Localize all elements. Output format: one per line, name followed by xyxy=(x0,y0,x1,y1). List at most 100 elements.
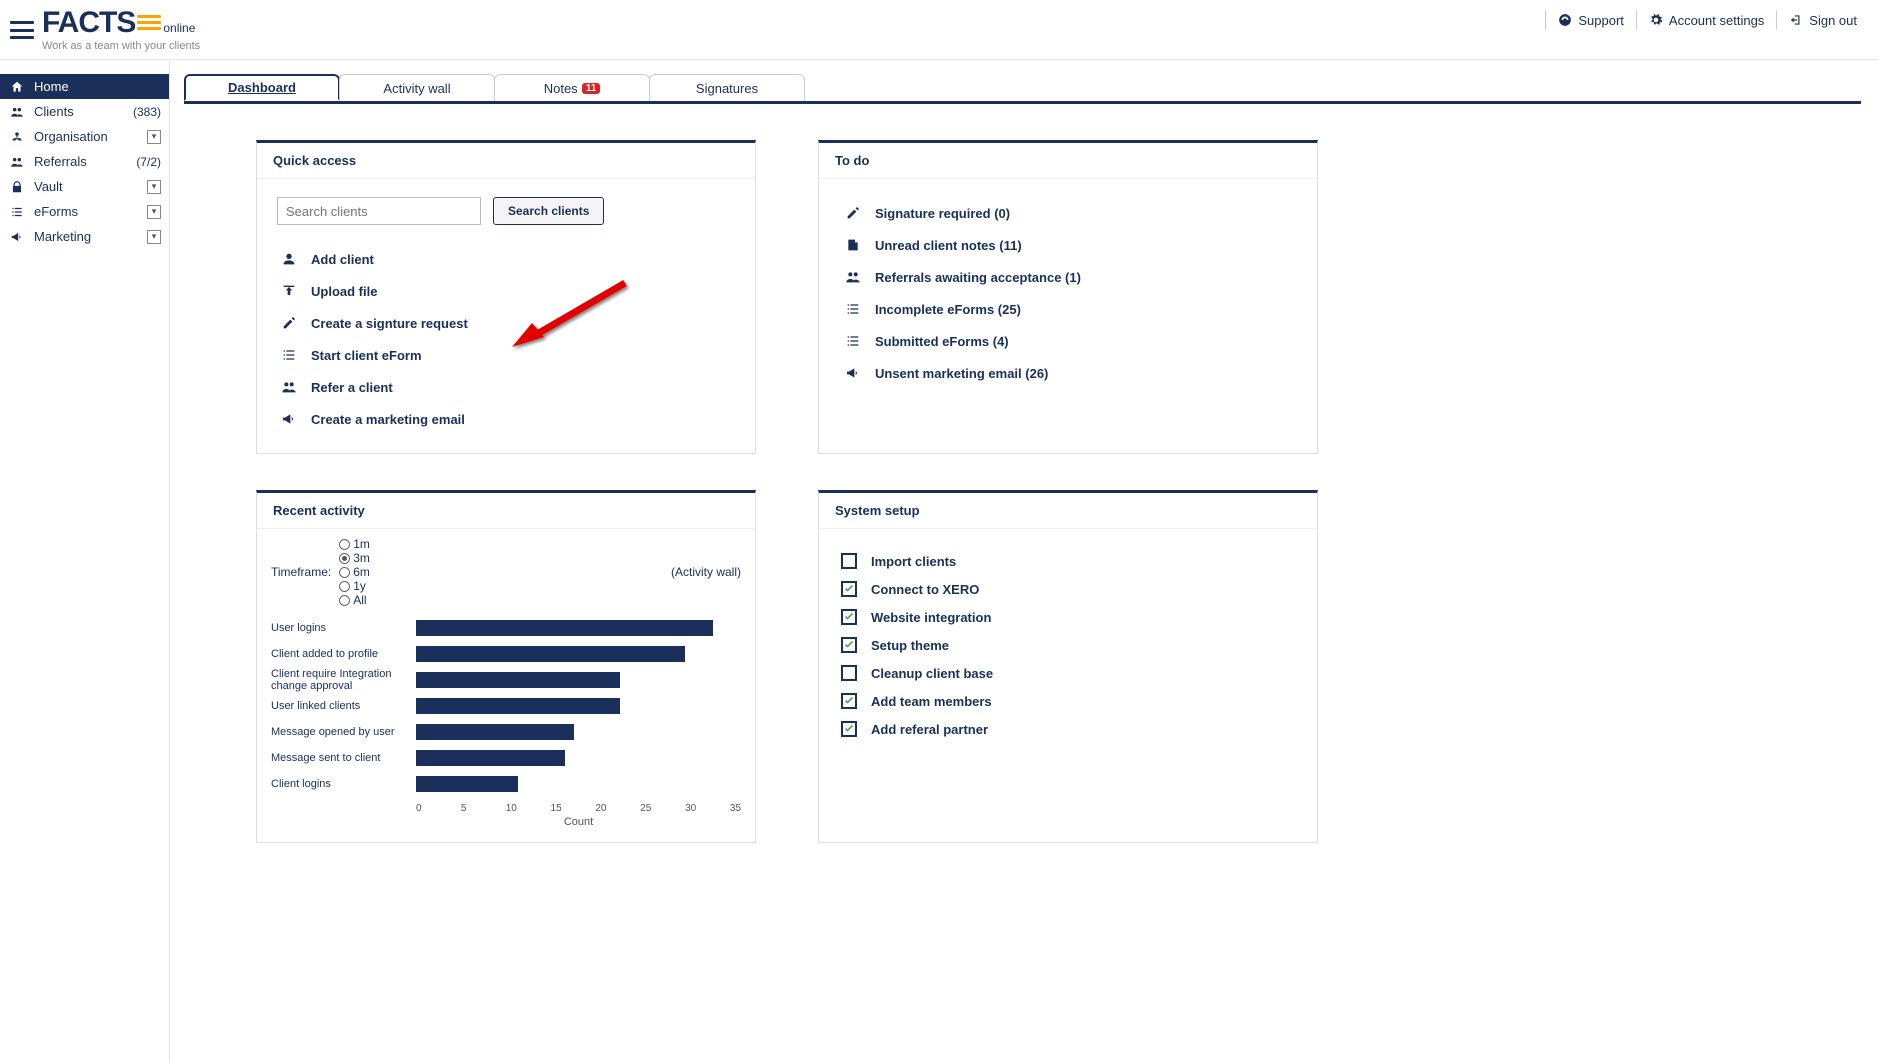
note-icon xyxy=(845,237,861,253)
tab-notes[interactable]: Notes 11 xyxy=(494,74,650,101)
todo-label: Signature required (0) xyxy=(875,206,1010,221)
tab-dashboard[interactable]: Dashboard xyxy=(184,74,340,101)
timeframe-option-3m[interactable]: 3m xyxy=(339,551,370,565)
main-area: DashboardActivity wallNotes11Signatures … xyxy=(170,60,1879,1063)
qa-start-client-eform[interactable]: Start client eForm xyxy=(277,339,735,371)
radio-icon xyxy=(339,539,350,550)
qa-add-client[interactable]: Add client xyxy=(277,243,735,275)
org-icon xyxy=(10,130,24,144)
setup-item[interactable]: Setup theme xyxy=(839,631,1297,659)
expand-icon[interactable]: ▾ xyxy=(147,230,161,244)
signout-icon xyxy=(1789,13,1803,27)
logo[interactable]: FACTSonline Work as a team with your cli… xyxy=(42,8,200,52)
chart-row: Client added to profile xyxy=(271,641,741,667)
qa-label: Refer a client xyxy=(311,380,393,395)
todo-item[interactable]: Referrals awaiting acceptance (1) xyxy=(839,261,1297,293)
setup-label: Connect to XERO xyxy=(871,582,979,597)
account-label: Account settings xyxy=(1669,13,1764,28)
user-icon xyxy=(281,251,297,267)
sidebar-item-referrals[interactable]: Referrals(7/2) xyxy=(0,149,169,174)
sidebar-item-vault[interactable]: Vault▾ xyxy=(0,174,169,199)
qa-refer-a-client[interactable]: Refer a client xyxy=(277,371,735,403)
tab-label: Notes xyxy=(544,81,578,96)
chart-bar xyxy=(416,750,565,766)
chart-bar xyxy=(416,776,518,792)
tab-activity-wall[interactable]: Activity wall xyxy=(339,74,495,101)
timeframe-option-label: 3m xyxy=(353,551,370,565)
sidebar-item-organisation[interactable]: Organisation▾ xyxy=(0,124,169,149)
timeframe-option-label: 6m xyxy=(353,565,370,579)
users-icon xyxy=(281,379,297,395)
upload-icon xyxy=(281,283,297,299)
sidebar-item-marketing[interactable]: Marketing▾ xyxy=(0,224,169,249)
expand-icon[interactable]: ▾ xyxy=(147,205,161,219)
todo-card: To do Signature required (0)Unread clien… xyxy=(818,140,1318,454)
sidebar-count: (7/2) xyxy=(136,155,161,169)
setup-item[interactable]: Import clients xyxy=(839,547,1297,575)
qa-upload-file[interactable]: Upload file xyxy=(277,275,735,307)
sidebar: HomeClients(383)Organisation▾Referrals(7… xyxy=(0,60,170,1063)
sidebar-label: eForms xyxy=(34,204,78,219)
search-clients-input[interactable] xyxy=(277,197,481,225)
setup-item[interactable]: Add referal partner xyxy=(839,715,1297,743)
timeframe-option-label: 1m xyxy=(353,537,370,551)
sign-out-link[interactable]: Sign out xyxy=(1776,10,1869,30)
setup-item[interactable]: Add team members xyxy=(839,687,1297,715)
chart-category-label: Message sent to client xyxy=(271,752,416,764)
activity-wall-link[interactable]: (Activity wall) xyxy=(671,565,741,579)
todo-item[interactable]: Unsent marketing email (26) xyxy=(839,357,1297,389)
chart-row: Client require Integration change approv… xyxy=(271,667,741,693)
timeframe-option-1m[interactable]: 1m xyxy=(339,537,370,551)
setup-item[interactable]: Cleanup client base xyxy=(839,659,1297,687)
timeframe-option-All[interactable]: All xyxy=(339,593,370,607)
sidebar-item-clients[interactable]: Clients(383) xyxy=(0,99,169,124)
chart-tick: 10 xyxy=(506,803,551,814)
qa-label: Add client xyxy=(311,252,374,267)
setup-label: Add team members xyxy=(871,694,992,709)
radio-icon xyxy=(339,595,350,606)
qa-create-a-signture-request[interactable]: Create a signture request xyxy=(277,307,735,339)
qa-create-a-marketing-email[interactable]: Create a marketing email xyxy=(277,403,735,435)
setup-label: Cleanup client base xyxy=(871,666,993,681)
sidebar-label: Clients xyxy=(34,104,74,119)
expand-icon[interactable]: ▾ xyxy=(147,180,161,194)
todo-label: Unread client notes (11) xyxy=(875,238,1022,253)
todo-item[interactable]: Signature required (0) xyxy=(839,197,1297,229)
timeframe-option-label: 1y xyxy=(353,579,366,593)
logo-tagline: Work as a team with your clients xyxy=(42,40,200,52)
support-link[interactable]: Support xyxy=(1545,10,1636,30)
todo-label: Referrals awaiting acceptance (1) xyxy=(875,270,1081,285)
chart-tick: 0 xyxy=(416,803,461,814)
sidebar-item-eforms[interactable]: eForms ▾ xyxy=(0,199,169,224)
tab-badge: 11 xyxy=(582,83,601,94)
signout-label: Sign out xyxy=(1809,13,1857,28)
gear-icon xyxy=(1649,13,1663,27)
setup-label: Setup theme xyxy=(871,638,949,653)
chart-category-label: User linked clients xyxy=(271,700,416,712)
todo-item[interactable]: Unread client notes (11) xyxy=(839,229,1297,261)
todo-item[interactable]: Incomplete eForms (25) xyxy=(839,293,1297,325)
search-clients-button[interactable]: Search clients xyxy=(493,197,604,225)
recent-activity-title: Recent activity xyxy=(257,493,755,529)
timeframe-option-1y[interactable]: 1y xyxy=(339,579,370,593)
menu-toggle-icon[interactable] xyxy=(10,21,34,39)
account-settings-link[interactable]: Account settings xyxy=(1636,10,1776,30)
expand-icon[interactable]: ▾ xyxy=(147,130,161,144)
setup-label: Add referal partner xyxy=(871,722,988,737)
checkbox-icon xyxy=(841,553,857,569)
tab-signatures[interactable]: Signatures xyxy=(649,74,805,101)
tab-label: Dashboard xyxy=(228,80,296,95)
todo-item[interactable]: Submitted eForms (4) xyxy=(839,325,1297,357)
chart-tick: 30 xyxy=(685,803,730,814)
sidebar-item-home[interactable]: Home xyxy=(0,74,169,99)
timeframe-group: Timeframe: 1m 3m 6m 1y All xyxy=(271,537,370,607)
users-icon xyxy=(10,105,24,119)
setup-item[interactable]: Website integration xyxy=(839,603,1297,631)
edit-icon xyxy=(281,315,297,331)
timeframe-option-6m[interactable]: 6m xyxy=(339,565,370,579)
chart-tick: 25 xyxy=(640,803,685,814)
logo-brand: FACTS xyxy=(42,6,135,39)
radio-icon xyxy=(339,581,350,592)
chart-tick: 35 xyxy=(730,803,741,814)
setup-item[interactable]: Connect to XERO xyxy=(839,575,1297,603)
